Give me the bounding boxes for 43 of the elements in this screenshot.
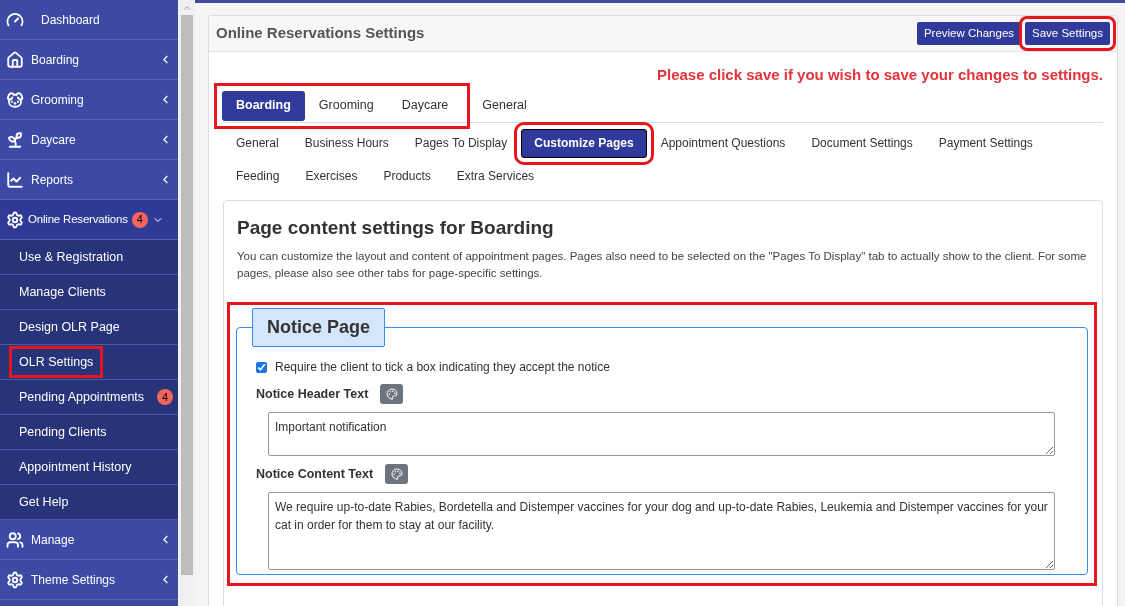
settings-tab[interactable]: Pages To Display (402, 128, 520, 158)
service-tab[interactable]: Grooming (304, 90, 388, 121)
sidebar-item[interactable]: Theme Settings (0, 560, 178, 600)
text-area[interactable]: Important notification (268, 412, 1055, 456)
field-label: Notice Content Text (256, 465, 374, 483)
sidebar-label: Reports (31, 171, 75, 189)
service-tab[interactable]: Daycare (387, 90, 463, 121)
submenu-item[interactable]: Pending Appointments (12, 383, 152, 411)
field-label: Notice Header Text (256, 385, 369, 403)
checkbox-label: Require the client to tick a box indicating they accept the notice (275, 359, 610, 376)
settings-tab[interactable]: Document Settings (799, 128, 925, 158)
action-button[interactable]: Preview Changes (916, 22, 1022, 45)
count-badge: 4 (131, 211, 148, 228)
count-badge: 4 (157, 389, 174, 405)
sidebar-item[interactable]: Daycare (0, 120, 178, 160)
sidebar-item[interactable]: Dashboard (0, 0, 178, 40)
card-heading: Page content settings for Boarding (237, 215, 555, 240)
settings-tab[interactable]: Extra Services (444, 161, 547, 191)
sidebar-label: Dashboard (41, 11, 101, 29)
sidebar-item[interactable]: Manage (0, 520, 178, 560)
sidebar-item[interactable]: Boarding (0, 40, 178, 80)
sidebar-label: Online Reservations (28, 211, 128, 227)
section-title: Notice Page (252, 308, 386, 347)
sidebar-label: Manage (31, 531, 76, 549)
service-tab[interactable]: General (468, 90, 541, 121)
sidebar-label: Daycare (31, 131, 77, 149)
sidebar-item[interactable]: Online Reservations 4 (0, 200, 178, 240)
sidebar-label: Grooming (31, 91, 85, 109)
sidebar-label: Theme Settings (31, 571, 117, 589)
settings-tab[interactable]: Feeding (224, 161, 292, 191)
save-warning: Please click save if you wish to save your changes to settings. (657, 65, 1103, 85)
settings-tab[interactable]: Appointment Questions (648, 128, 798, 158)
service-tab[interactable]: Boarding (222, 90, 305, 121)
settings-tab[interactable]: Exercises (293, 161, 370, 191)
panel-title: Online Reservations Settings (216, 23, 426, 44)
settings-tab[interactable]: Business Hours (292, 128, 401, 158)
text-area[interactable]: We require up-to-date Rabies, Bordetella and Distemper vaccines for your dog and up-to-date Rabies, Leukemia and Distemper vaccines for your cat in order for them to stay at our facility. (268, 492, 1055, 570)
settings-tab[interactable]: Payment Settings (926, 128, 1045, 158)
settings-tab[interactable]: Products (371, 161, 443, 191)
sidebar-label: Boarding (31, 51, 81, 69)
settings-tab[interactable]: General (224, 128, 291, 158)
card-description: You can customize the layout and content of appointment pages. Pages also need to be selected on the "Pages To Display" tab to actually show to the client. For some pages, please also see other tabs for page-specific settings. (237, 249, 1088, 281)
sidebar-item[interactable]: Grooming (0, 80, 178, 120)
